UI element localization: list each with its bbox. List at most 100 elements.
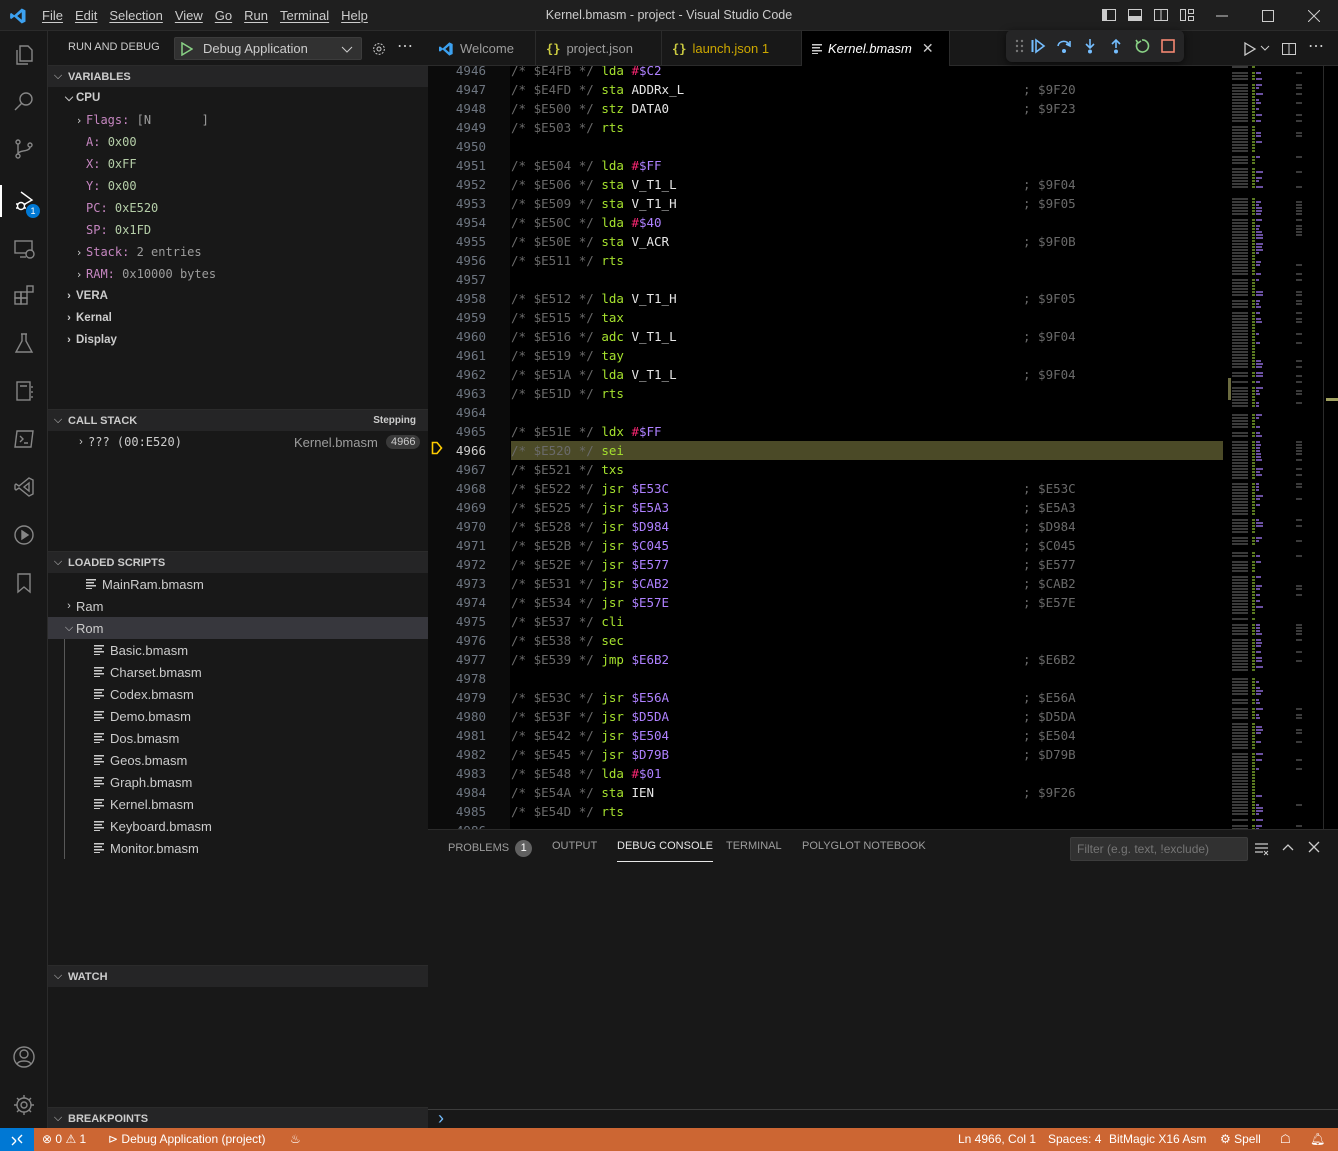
- continue-icon[interactable]: [1030, 38, 1046, 54]
- menu-file[interactable]: File: [36, 8, 69, 23]
- code-line[interactable]: /* $E51E */ ldx #$FF: [511, 422, 1223, 441]
- script-item[interactable]: MainRam.bmasm: [48, 573, 428, 595]
- feedback-icon[interactable]: ☖: [1280, 1132, 1291, 1146]
- code-line[interactable]: /* $E538 */ sec: [511, 631, 1223, 650]
- code-line[interactable]: /* $E53F */ jsr $D5DA ; $D5DA: [511, 707, 1223, 726]
- tab-project-json[interactable]: {} project.json: [536, 31, 662, 66]
- code-line[interactable]: /* $E545 */ jsr $D79B ; $D79B: [511, 745, 1223, 764]
- code-line[interactable]: /* $E522 */ jsr $E53C ; $E53C: [511, 479, 1223, 498]
- step-into-icon[interactable]: [1082, 38, 1098, 54]
- close-tab-icon[interactable]: ✕: [922, 40, 934, 57]
- activity-source-control[interactable]: [0, 125, 48, 173]
- toggle-panel-icon[interactable]: [1127, 7, 1143, 23]
- spell-status[interactable]: ⚙ Spell: [1220, 1132, 1261, 1146]
- menu-edit[interactable]: Edit: [69, 8, 103, 23]
- code-line[interactable]: /* $E51D */ rts: [511, 384, 1223, 403]
- cursor-position[interactable]: Ln 4966, Col 1: [958, 1132, 1036, 1146]
- code-line[interactable]: /* $E54A */ sta IEN ; $9F26: [511, 783, 1223, 802]
- variable-group-kernal[interactable]: › Kernal: [48, 307, 428, 329]
- tab-kernel-bmasm[interactable]: Kernel.bmasm ✕: [802, 31, 950, 66]
- variable-pc[interactable]: PC: 0xE520: [48, 197, 428, 219]
- script-item[interactable]: Dos.bmasm: [48, 727, 428, 749]
- code-line[interactable]: /* $E525 */ jsr $E5A3 ; $E5A3: [511, 498, 1223, 517]
- script-item[interactable]: Basic.bmasm: [48, 639, 428, 661]
- code-line[interactable]: /* $E4FD */ sta ADDRx_L ; $9F20: [511, 80, 1223, 99]
- debug-configuration-select[interactable]: Debug Application: [174, 37, 362, 60]
- code-line[interactable]: /* $E521 */ txs: [511, 460, 1223, 479]
- maximize-button[interactable]: [1245, 0, 1291, 31]
- open-launch-json-gear-icon[interactable]: [371, 41, 387, 57]
- panel-tab-debug-console[interactable]: DEBUG CONSOLE: [617, 840, 713, 862]
- script-item[interactable]: Charset.bmasm: [48, 661, 428, 683]
- script-folder-ram[interactable]: › Ram: [48, 595, 428, 617]
- activity-extensions[interactable]: [0, 271, 48, 319]
- language-mode[interactable]: BitMagic X16 Asm: [1109, 1132, 1206, 1146]
- debug-console-filter-input[interactable]: [1070, 837, 1248, 861]
- code-line[interactable]: /* $E500 */ stz DATA0 ; $9F23: [511, 99, 1223, 118]
- code-line[interactable]: /* $E51A */ lda V_T1_L ; $9F04: [511, 365, 1223, 384]
- script-folder-rom[interactable]: ⌵ Rom: [48, 617, 428, 639]
- chevron-down-icon[interactable]: [1260, 45, 1270, 53]
- debug-session-status[interactable]: ⊳ Debug Application (project): [108, 1132, 266, 1146]
- code-line[interactable]: /* $E528 */ jsr $D984 ; $D984: [511, 517, 1223, 536]
- code-line[interactable]: /* $E548 */ lda #$01: [511, 764, 1223, 783]
- variable-sp[interactable]: SP: 0x1FD: [48, 219, 428, 241]
- code-line[interactable]: /* $E506 */ sta V_T1_L ; $9F04: [511, 175, 1223, 194]
- restart-icon[interactable]: [1134, 38, 1150, 54]
- activity-manage[interactable]: [0, 1081, 48, 1129]
- code-line[interactable]: [511, 403, 1223, 422]
- code-line[interactable]: /* $E504 */ lda #$FF: [511, 156, 1223, 175]
- code-line[interactable]: /* $E519 */ tay: [511, 346, 1223, 365]
- more-actions-icon[interactable]: ⋯: [397, 36, 413, 56]
- code-line[interactable]: /* $E512 */ lda V_T1_H ; $9F05: [511, 289, 1223, 308]
- vertical-scrollbar[interactable]: [1323, 66, 1338, 829]
- code-line[interactable]: /* $E515 */ tax: [511, 308, 1223, 327]
- stop-icon[interactable]: [1160, 38, 1176, 54]
- panel-tab-terminal[interactable]: TERMINAL: [726, 840, 782, 862]
- remote-indicator[interactable]: [0, 1128, 34, 1151]
- activity-testing[interactable]: [0, 319, 48, 367]
- variables-header[interactable]: ⌵ VARIABLES: [48, 65, 428, 87]
- call-stack-frame[interactable]: › ??? (00:E520) Kernel.bmasm 4966: [48, 431, 428, 453]
- maximize-panel-icon[interactable]: [1282, 842, 1294, 854]
- problems-status[interactable]: ⊗ 0 ⚠ 1: [42, 1132, 86, 1146]
- activity-accounts[interactable]: [0, 1033, 48, 1081]
- minimap-viewport[interactable]: [1228, 378, 1231, 400]
- code-line[interactable]: [511, 669, 1223, 688]
- menu-view[interactable]: View: [169, 8, 209, 23]
- tab-launch-json[interactable]: {} launch.json 1: [662, 31, 802, 66]
- code-line[interactable]: /* $E534 */ jsr $E57E ; $E57E: [511, 593, 1223, 612]
- code-line[interactable]: /* $E50C */ lda #$40: [511, 213, 1223, 232]
- split-editor-icon[interactable]: [1281, 41, 1297, 57]
- code-line[interactable]: /* $E52E */ jsr $E577 ; $E577: [511, 555, 1223, 574]
- step-out-icon[interactable]: [1108, 38, 1124, 54]
- minimize-button[interactable]: [1199, 0, 1245, 31]
- variable-x[interactable]: X: 0xFF: [48, 153, 428, 175]
- menu-help[interactable]: Help: [335, 8, 374, 23]
- variable-ram[interactable]: › RAM: 0x10000 bytes: [48, 263, 428, 285]
- watch-header[interactable]: ⌵ WATCH: [48, 965, 428, 987]
- code-line[interactable]: /* $E52B */ jsr $C045 ; $C045: [511, 536, 1223, 555]
- activity-run[interactable]: [0, 511, 48, 559]
- code-line[interactable]: /* $E50E */ sta V_ACR ; $9F0B: [511, 232, 1223, 251]
- code-line[interactable]: /* $E539 */ jmp $E6B2 ; $E6B2: [511, 650, 1223, 669]
- code-line[interactable]: /* $E516 */ adc V_T1_L ; $9F04: [511, 327, 1223, 346]
- script-item[interactable]: Monitor.bmasm: [48, 837, 428, 859]
- code-line[interactable]: /* $E4FB */ lda #$C2: [511, 66, 1223, 80]
- code-line[interactable]: /* $E542 */ jsr $E504 ; $E504: [511, 726, 1223, 745]
- activity-terminal[interactable]: [0, 415, 48, 463]
- panel-tab-output[interactable]: OUTPUT: [552, 840, 597, 862]
- flame-icon[interactable]: ♨: [290, 1132, 301, 1146]
- code-line[interactable]: /* $E53C */ jsr $E56A ; $E56A: [511, 688, 1223, 707]
- tab-welcome[interactable]: Welcome: [428, 31, 536, 66]
- step-over-icon[interactable]: [1056, 38, 1072, 54]
- breakpoints-header[interactable]: ⌵ BREAKPOINTS: [48, 1107, 428, 1129]
- run-icon[interactable]: [1242, 41, 1258, 57]
- script-item[interactable]: Kernel.bmasm: [48, 793, 428, 815]
- code-line[interactable]: /* $E54D */ rts: [511, 802, 1223, 821]
- panel-tab-polyglot-notebook[interactable]: POLYGLOT NOTEBOOK: [802, 840, 926, 862]
- menu-selection[interactable]: Selection: [103, 8, 168, 23]
- start-debugging-icon[interactable]: [181, 42, 193, 56]
- toggle-primary-sidebar-icon[interactable]: [1101, 7, 1117, 23]
- code-line[interactable]: /* $E509 */ sta V_T1_H ; $9F05: [511, 194, 1223, 213]
